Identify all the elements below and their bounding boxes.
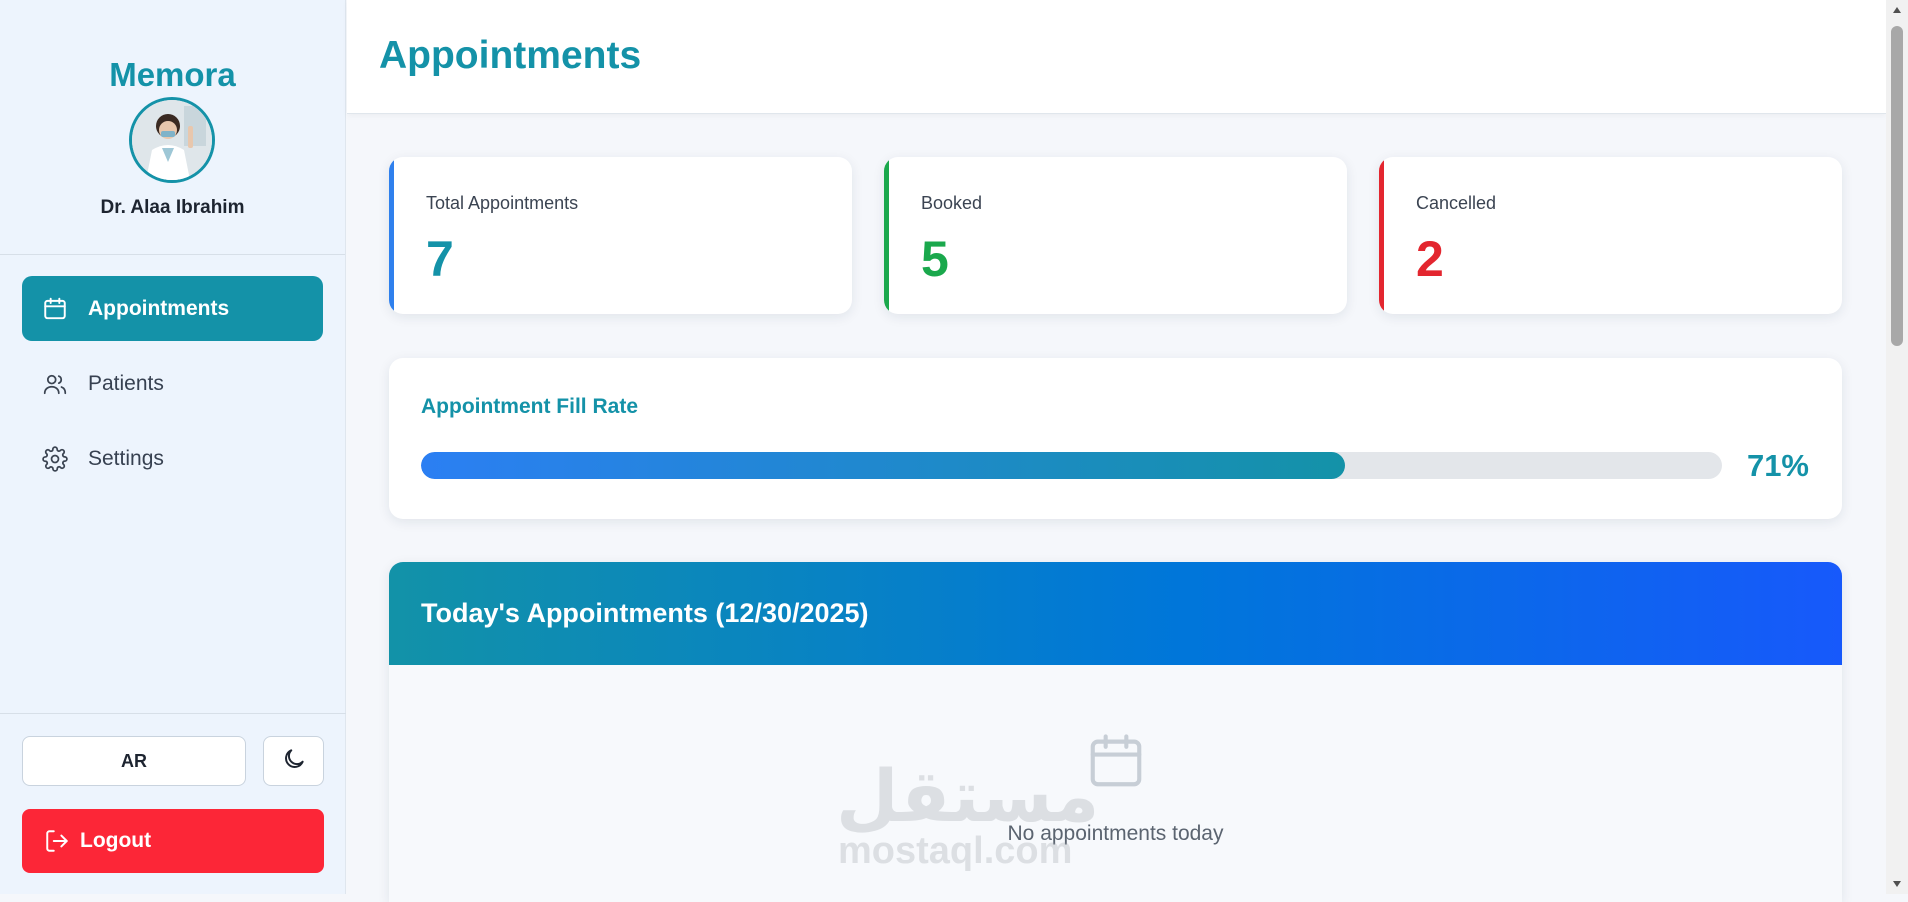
sidebar-nav: Appointments Patients Settings [22, 276, 323, 501]
stat-card-booked: Booked 5 [884, 157, 1347, 314]
moon-icon [281, 746, 307, 777]
fill-rate-percent: 71% [1746, 448, 1809, 483]
today-appointments-header: Today's Appointments (12/30/2025) [389, 562, 1842, 665]
users-icon [42, 371, 68, 397]
stat-accent [884, 157, 889, 314]
stat-card-cancelled: Cancelled 2 [1379, 157, 1842, 314]
stat-accent [1379, 157, 1384, 314]
sidebar-footer: AR Logout [0, 713, 346, 894]
avatar [129, 97, 215, 183]
logout-icon [44, 828, 70, 854]
profile-block: Memora Dr. Alaa Ibrahim [0, 0, 345, 255]
stat-card-total: Total Appointments 7 [389, 157, 852, 314]
calendar-icon [1085, 730, 1147, 792]
stat-accent [389, 157, 394, 314]
sidebar-item-appointments[interactable]: Appointments [22, 276, 323, 341]
today-appointments-title: Today's Appointments (12/30/2025) [421, 598, 869, 628]
sidebar-item-label: Patients [88, 371, 164, 395]
sidebar-item-settings[interactable]: Settings [22, 426, 323, 491]
app-brand: Memora [109, 56, 236, 93]
gear-icon [42, 445, 68, 472]
today-appointments-card: Today's Appointments (12/30/2025) No app… [389, 562, 1842, 902]
logout-button[interactable]: Logout [22, 809, 324, 873]
stat-value: 2 [1416, 231, 1444, 287]
calendar-icon [42, 296, 68, 322]
scroll-down-arrow-icon[interactable] [1886, 876, 1908, 892]
fill-rate-card: Appointment Fill Rate 71% [389, 358, 1842, 519]
logout-label: Logout [80, 829, 152, 852]
stat-label: Booked [921, 193, 983, 213]
theme-toggle-button[interactable] [263, 736, 324, 786]
page-title: Appointments [379, 34, 642, 77]
stat-label: Total Appointments [426, 193, 579, 213]
fill-rate-bar [421, 452, 1345, 479]
sidebar-item-label: Appointments [88, 296, 230, 320]
doctor-name: Dr. Alaa Ibrahim [100, 197, 245, 218]
stat-value: 7 [426, 231, 454, 287]
sidebar-item-label: Settings [88, 446, 164, 470]
sidebar-item-patients[interactable]: Patients [22, 351, 323, 416]
stat-value: 5 [921, 231, 949, 287]
sidebar: Memora Dr. Alaa Ibrahim Appointments Pat… [0, 0, 346, 894]
page-header: Appointments [347, 0, 1886, 114]
empty-state-text: No appointments today [1007, 822, 1224, 845]
fill-rate-track [421, 452, 1722, 479]
fill-rate-title: Appointment Fill Rate [421, 395, 638, 418]
scrollbar-thumb[interactable] [1891, 26, 1903, 346]
vertical-scrollbar[interactable] [1886, 0, 1908, 894]
scroll-up-arrow-icon[interactable] [1886, 2, 1908, 18]
language-toggle-button[interactable]: AR [22, 736, 246, 786]
stat-label: Cancelled [1416, 193, 1497, 213]
